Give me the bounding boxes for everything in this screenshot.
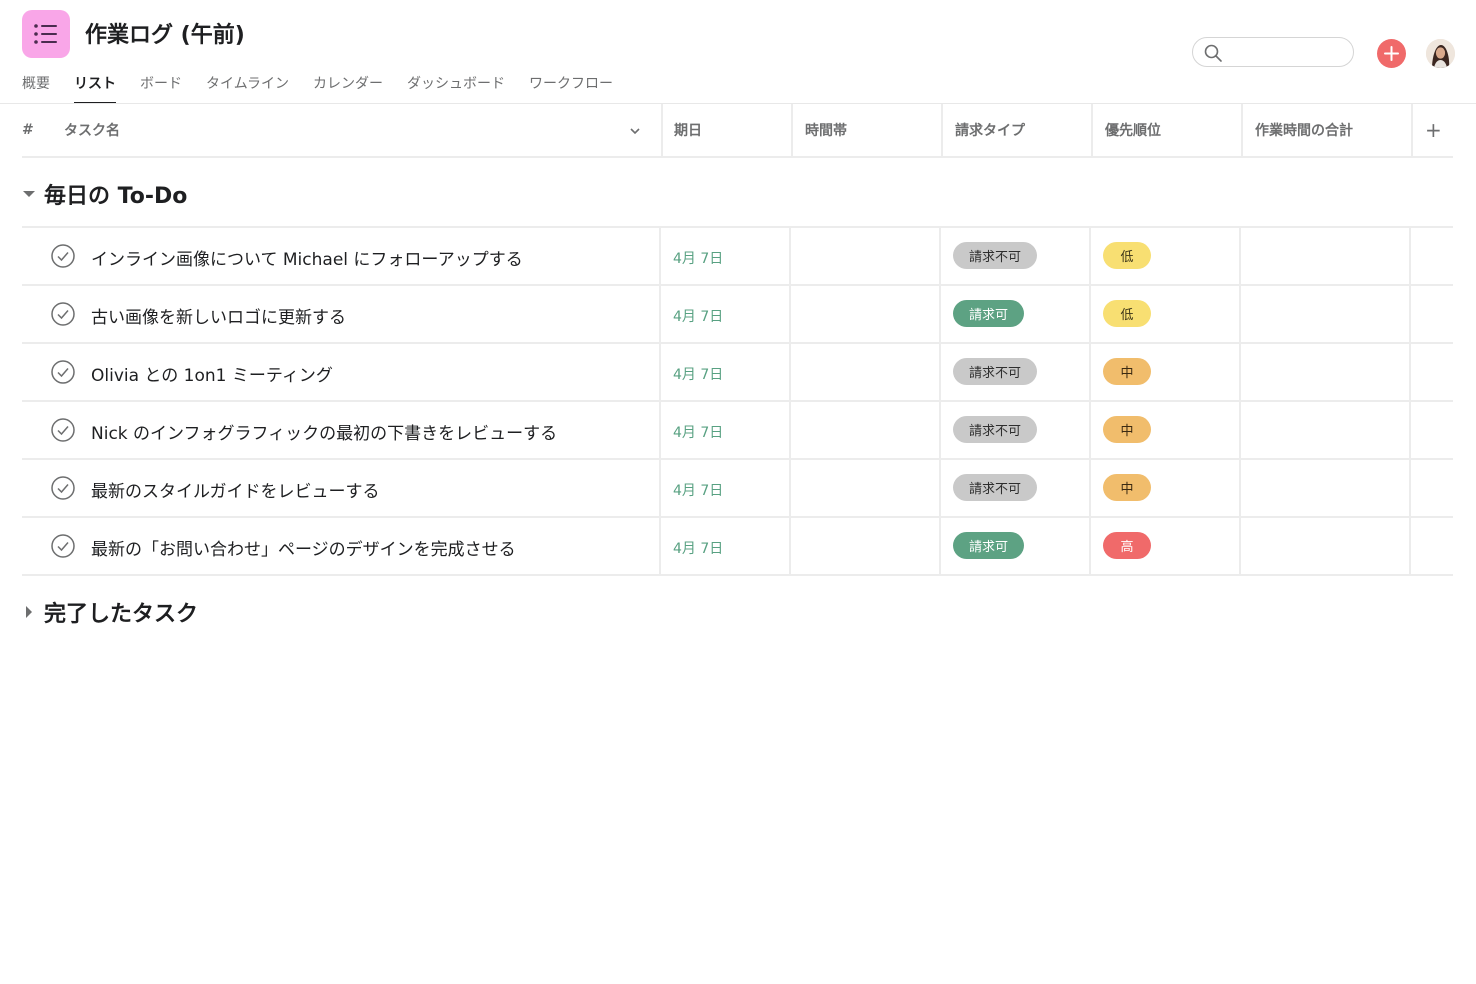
billing-badge[interactable]: 請求可 xyxy=(953,300,1025,327)
section-title[interactable]: 毎日の To-Do xyxy=(44,178,187,210)
billing-badge[interactable]: 請求不可 xyxy=(953,358,1038,385)
task-row[interactable]: 最新のスタイルガイドをレビューする 4月 7日 請求不可 中 xyxy=(22,460,1453,518)
task-row[interactable]: 最新の「お問い合わせ」ページのデザインを完成させる 4月 7日 請求可 高 xyxy=(22,518,1453,576)
search-icon xyxy=(1204,44,1222,62)
priority-badge[interactable]: 中 xyxy=(1103,358,1151,385)
caret-down-icon[interactable] xyxy=(22,187,36,201)
user-avatar[interactable] xyxy=(1426,39,1455,68)
task-name[interactable]: Olivia との 1on1 ミーティング xyxy=(91,361,333,386)
view-tabs: 概要 リスト ボード タイムライン カレンダー ダッシュボード ワークフロー xyxy=(22,70,637,104)
column-task-name[interactable]: タスク名 xyxy=(52,104,120,156)
section-header[interactable]: 毎日の To-Do xyxy=(22,178,187,210)
check-circle-icon[interactable] xyxy=(51,302,75,326)
tab-board[interactable]: ボード xyxy=(140,70,182,103)
section-header[interactable]: 完了したタスク xyxy=(22,596,198,628)
column-billing-type[interactable]: 請求タイプ xyxy=(943,104,1025,156)
check-circle-icon[interactable] xyxy=(51,244,75,268)
column-divider xyxy=(941,104,943,156)
avatar-image xyxy=(1426,39,1455,68)
column-divider xyxy=(1241,104,1243,156)
task-name[interactable]: 最新の「お問い合わせ」ページのデザインを完成させる xyxy=(91,535,516,560)
add-button[interactable] xyxy=(1377,39,1406,68)
check-circle-icon[interactable] xyxy=(51,360,75,384)
tab-calendar[interactable]: カレンダー xyxy=(313,70,383,103)
section-title[interactable]: 完了したタスク xyxy=(44,596,198,628)
tab-list[interactable]: リスト xyxy=(74,70,116,104)
column-time-slot[interactable]: 時間帯 xyxy=(793,104,847,156)
column-due-date[interactable]: 期日 xyxy=(662,104,702,156)
tab-workflow[interactable]: ワークフロー xyxy=(529,70,613,103)
project-icon[interactable] xyxy=(22,10,70,58)
priority-badge[interactable]: 中 xyxy=(1103,416,1151,443)
due-date[interactable]: 4月 7日 xyxy=(673,480,723,500)
caret-right-icon[interactable] xyxy=(22,605,36,619)
due-date[interactable]: 4月 7日 xyxy=(673,538,723,558)
task-row[interactable]: 古い画像を新しいロゴに更新する 4月 7日 請求可 低 xyxy=(22,286,1453,344)
due-date[interactable]: 4月 7日 xyxy=(673,306,723,326)
billing-badge[interactable]: 請求可 xyxy=(953,532,1025,559)
column-divider xyxy=(1091,104,1093,156)
priority-badge[interactable]: 中 xyxy=(1103,474,1151,501)
task-name[interactable]: インライン画像について Michael にフォローアップする xyxy=(91,245,523,270)
task-row[interactable]: インライン画像について Michael にフォローアップする 4月 7日 請求不… xyxy=(22,228,1453,286)
billing-badge[interactable]: 請求不可 xyxy=(953,474,1038,501)
task-row[interactable]: Olivia との 1on1 ミーティング 4月 7日 請求不可 中 xyxy=(22,344,1453,402)
due-date[interactable]: 4月 7日 xyxy=(673,422,723,442)
add-column-button[interactable]: + xyxy=(1413,104,1442,156)
task-name[interactable]: 最新のスタイルガイドをレビューする xyxy=(91,477,380,502)
column-divider xyxy=(791,104,793,156)
check-circle-icon[interactable] xyxy=(51,418,75,442)
billing-badge[interactable]: 請求不可 xyxy=(953,416,1038,443)
billing-badge[interactable]: 請求不可 xyxy=(953,242,1038,269)
column-priority[interactable]: 優先順位 xyxy=(1093,104,1161,156)
list-icon xyxy=(34,24,57,44)
due-date[interactable]: 4月 7日 xyxy=(673,248,723,268)
chevron-down-icon[interactable] xyxy=(628,124,642,138)
task-row[interactable]: Nick のインフォグラフィックの最初の下書きをレビューする 4月 7日 請求不… xyxy=(22,402,1453,460)
tab-timeline[interactable]: タイムライン xyxy=(206,70,289,103)
column-divider xyxy=(1411,104,1413,156)
task-name[interactable]: Nick のインフォグラフィックの最初の下書きをレビューする xyxy=(91,419,557,444)
check-circle-icon[interactable] xyxy=(51,534,75,558)
tab-dashboard[interactable]: ダッシュボード xyxy=(407,70,505,103)
priority-badge[interactable]: 低 xyxy=(1103,242,1151,269)
priority-badge[interactable]: 低 xyxy=(1103,300,1151,327)
column-header-row: # タスク名 期日 時間帯 請求タイプ 優先順位 作業時間の合計 + xyxy=(22,104,1453,158)
column-number: # xyxy=(22,122,34,138)
task-name[interactable]: 古い画像を新しいロゴに更新する xyxy=(91,303,346,328)
due-date[interactable]: 4月 7日 xyxy=(673,364,723,384)
project-title[interactable]: 作業ログ (午前) xyxy=(85,17,245,49)
column-total-time[interactable]: 作業時間の合計 xyxy=(1243,104,1353,156)
plus-icon xyxy=(1384,46,1399,61)
column-divider xyxy=(661,104,663,156)
check-circle-icon[interactable] xyxy=(51,476,75,500)
priority-badge[interactable]: 高 xyxy=(1103,532,1151,559)
tab-overview[interactable]: 概要 xyxy=(22,70,50,103)
